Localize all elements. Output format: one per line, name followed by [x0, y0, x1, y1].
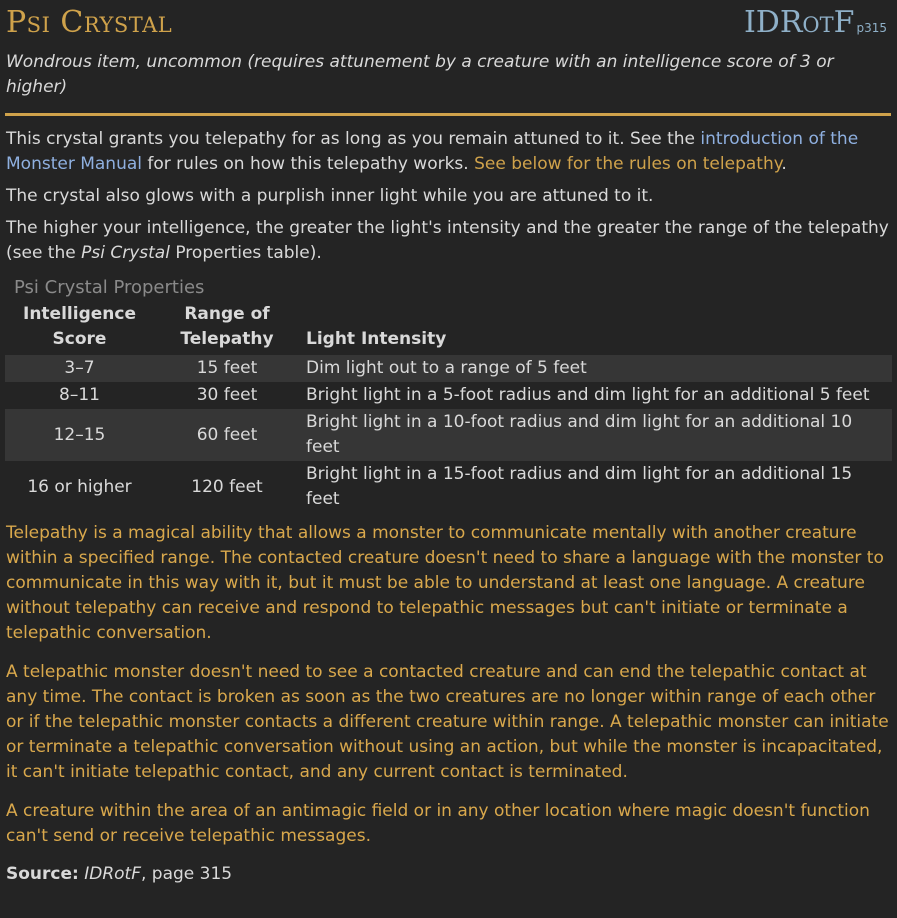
cell-intelligence: 12–15	[5, 409, 154, 461]
item-body: This crystal grants you telepathy for as…	[5, 127, 892, 887]
item-subtitle: Wondrous item, uncommon (requires attune…	[6, 52, 834, 97]
intro-paragraph-3: The higher your intelligence, the greate…	[6, 216, 891, 266]
header-light: Light Intensity	[306, 329, 447, 349]
header-divider	[5, 113, 891, 116]
telepathy-paragraph-2: A telepathic monster doesn't need to see…	[6, 662, 889, 782]
intro-paragraph-1: This crystal grants you telepathy for as…	[6, 127, 891, 177]
cell-light: Bright light in a 10-foot radius and dim…	[300, 409, 892, 461]
source-link[interactable]: IDRotF p315	[744, 3, 887, 48]
cell-light: Bright light in a 15-foot radius and dim…	[306, 464, 853, 509]
intro-text: for rules on how this telepathy works.	[142, 154, 475, 174]
intro-paragraph-2: The crystal also glows with a purplish i…	[6, 186, 654, 206]
table-caption: Psi Crystal Properties	[14, 277, 205, 298]
cell-range: 15 feet	[154, 355, 300, 382]
intro-text: .	[781, 154, 787, 174]
source-page-text: , page 315	[141, 864, 233, 884]
table-row: 8–11 30 feet Bright light in a 5-foot ra…	[5, 382, 892, 409]
cell-intelligence: 3–7	[5, 355, 154, 382]
telepathy-paragraph-3: A creature within the area of an antimag…	[6, 801, 870, 846]
table-row: 12–15 60 feet Bright light in a 10-foot …	[5, 409, 892, 461]
telepathy-rules: Telepathy is a magical ability that allo…	[6, 521, 891, 849]
properties-table: Intelligence Score Range of Telepathy Li…	[5, 300, 892, 513]
telepathy-paragraph-1: Telepathy is a magical ability that allo…	[6, 523, 884, 643]
source-page: p315	[856, 21, 887, 35]
cell-range: 120 feet	[191, 476, 263, 497]
item-page: Psi Crystal IDRotF p315 Wondrous item, un…	[0, 0, 897, 918]
item-title: Psi Crystal	[6, 5, 173, 40]
item-name-italic: Psi Crystal	[81, 243, 170, 263]
cell-range: 30 feet	[196, 385, 258, 405]
cell-intelligence: 8–11	[59, 385, 100, 405]
source-line: Source: IDRotF, page 315	[6, 862, 891, 887]
header-range: Range of Telepathy	[180, 304, 274, 349]
header-intelligence: Intelligence Score	[23, 304, 136, 349]
cell-intelligence: 16 or higher	[27, 476, 132, 497]
cell-light: Dim light out to a range of 5 feet	[300, 355, 892, 382]
cell-range: 60 feet	[154, 409, 300, 461]
telepathy-rules-link[interactable]: See below for the rules on telepathy	[474, 154, 781, 174]
source-label: Source:	[6, 864, 79, 884]
intro-text: This crystal grants you telepathy for as…	[6, 129, 701, 149]
cell-light: Bright light in a 5-foot radius and dim …	[306, 385, 870, 405]
table-header-row: Intelligence Score Range of Telepathy Li…	[5, 300, 892, 355]
table-row: 3–7 15 feet Dim light out to a range of …	[5, 355, 892, 382]
source-book-link[interactable]: IDRotF	[84, 864, 141, 884]
intro-text: Properties table).	[169, 243, 322, 263]
table-row: 16 or higher 120 feet Bright light in a …	[5, 461, 892, 513]
source-abbr[interactable]: IDRotF	[744, 5, 855, 40]
